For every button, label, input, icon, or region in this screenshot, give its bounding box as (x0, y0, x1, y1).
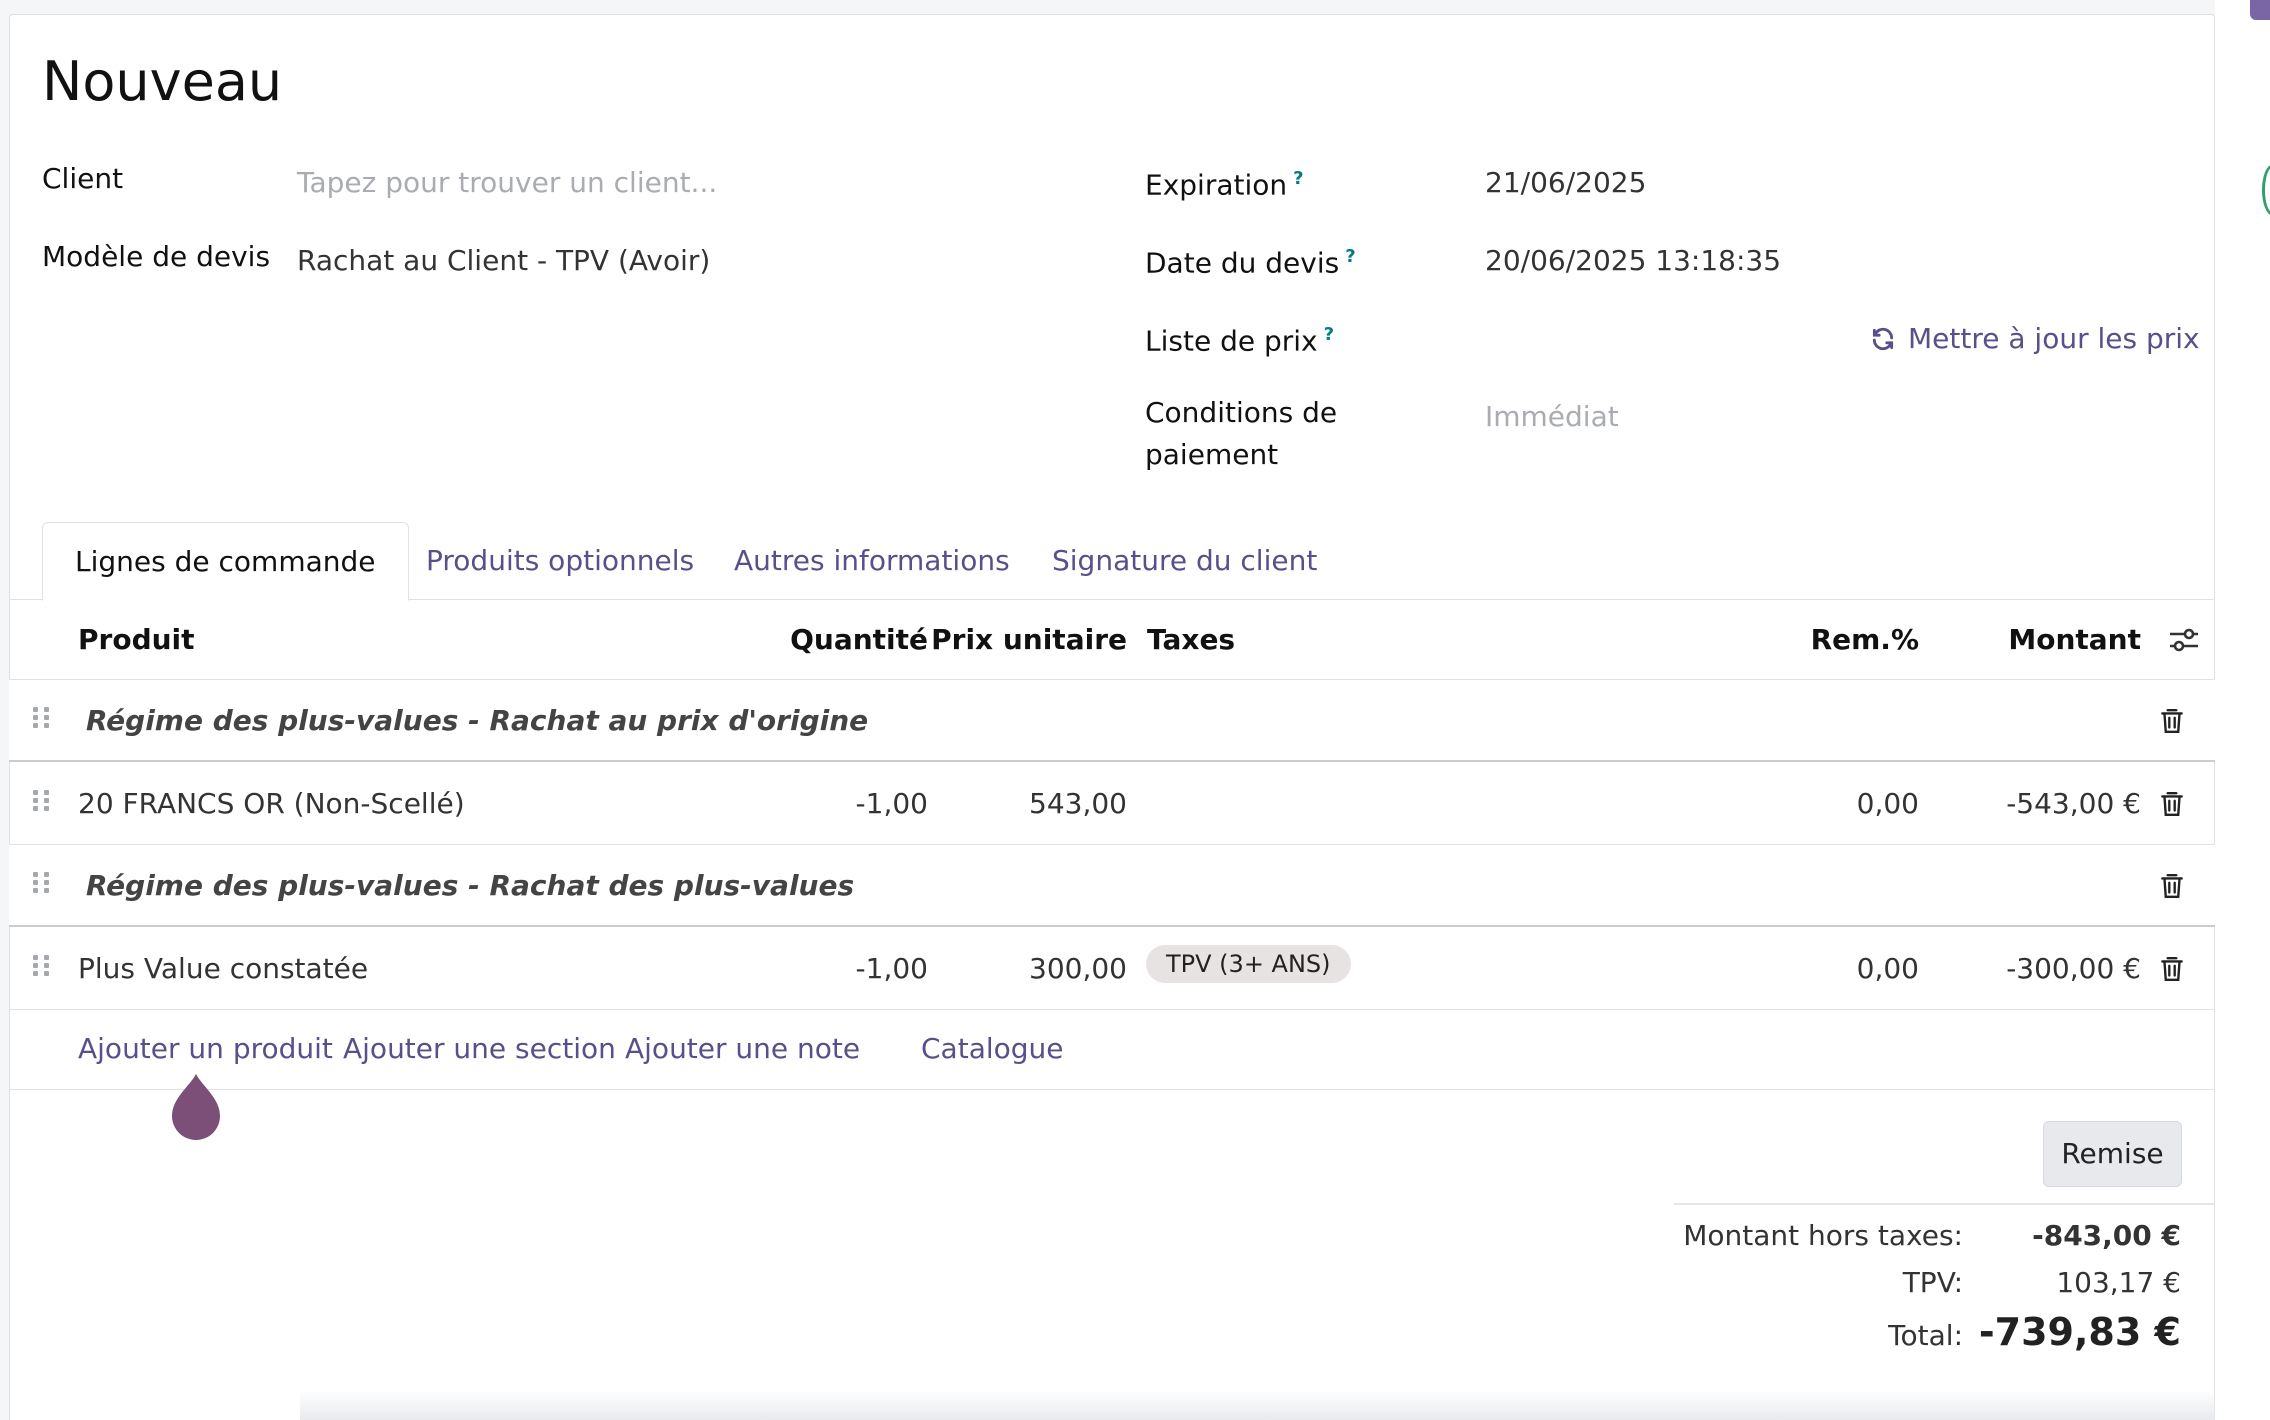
expiration-field[interactable]: 21/06/2025 (1485, 162, 1646, 204)
section-label[interactable]: Régime des plus-values - Rachat des plus… (86, 845, 854, 927)
quantity-cell[interactable]: -1,00 (856, 928, 928, 1010)
tpv-label: TPV: (1902, 1266, 1963, 1299)
pricelist-label: Liste de prix? (1145, 324, 1335, 358)
tax-badge[interactable]: TPV (3+ ANS) (1146, 945, 1351, 983)
help-icon[interactable]: ? (1345, 246, 1355, 267)
amount-cell: -543,00 € (2006, 787, 2141, 820)
update-prices-button[interactable]: Mettre à jour les prix (1870, 318, 2200, 360)
add-section-link[interactable]: Ajouter une section (343, 1008, 616, 1090)
column-product[interactable]: Produit (78, 600, 195, 680)
product-cell[interactable]: Plus Value constatée (78, 928, 368, 1010)
discount-button[interactable]: Remise (2043, 1121, 2182, 1187)
page-title: Nouveau (42, 50, 283, 113)
table-row[interactable]: Régime des plus-values - Rachat au prix … (9, 680, 2215, 762)
template-field[interactable]: Rachat au Client - TPV (Avoir) (297, 240, 710, 282)
product-cell[interactable]: 20 FRANCS OR (Non-Scellé) (78, 763, 465, 845)
trash-icon[interactable] (2159, 790, 2185, 818)
drag-handle-icon[interactable] (33, 955, 53, 983)
column-taxes[interactable]: Taxes (1147, 600, 1235, 680)
unit-price-cell[interactable]: 300,00 (1029, 928, 1127, 1010)
untaxed-value: -843,00 € (2032, 1219, 2181, 1252)
column-unit-price[interactable]: Prix unitaire (931, 600, 1127, 680)
quantity-cell[interactable]: -1,00 (856, 763, 928, 845)
add-lines-row: Ajouter un produit Ajouter une section A… (9, 1008, 2215, 1090)
payment-terms-input[interactable]: Immédiat (1485, 396, 1619, 438)
amount-cell: -300,00 € (2006, 952, 2141, 985)
add-note-link[interactable]: Ajouter une note (625, 1008, 860, 1090)
side-panel-edge (2215, 0, 2270, 1420)
discount-cell[interactable]: 0,00 (1857, 763, 1919, 845)
tab-order-lines[interactable]: Lignes de commande (42, 522, 409, 601)
expiration-label: Expiration? (1145, 168, 1304, 202)
table-row[interactable]: Plus Value constatée -1,00 300,00 TPV (3… (9, 928, 2215, 1010)
side-panel-badge (2250, 0, 2270, 20)
total-label: Total: (1888, 1319, 1963, 1352)
drag-handle-icon[interactable] (33, 872, 53, 900)
untaxed-label: Montant hors taxes: (1683, 1219, 1963, 1252)
trash-icon[interactable] (2159, 955, 2185, 983)
tab-other-info[interactable]: Autres informations (702, 522, 1042, 600)
column-quantity[interactable]: Quantité (790, 600, 928, 680)
tpv-value: 103,17 € (2056, 1266, 2181, 1299)
tab-customer-signature[interactable]: Signature du client (1020, 522, 1349, 600)
bottom-shadow (300, 1390, 2215, 1420)
table-row[interactable]: 20 FRANCS OR (Non-Scellé) -1,00 543,00 0… (9, 763, 2215, 845)
cursor-drop-icon (172, 1074, 220, 1140)
client-label: Client (42, 162, 124, 195)
column-discount[interactable]: Rem.% (1811, 600, 1919, 680)
trash-icon[interactable] (2159, 707, 2185, 735)
column-amount[interactable]: Montant (2008, 600, 2141, 680)
quote-date-field[interactable]: 20/06/2025 13:18:35 (1485, 240, 1781, 282)
template-label: Modèle de devis (42, 240, 271, 273)
column-settings-icon[interactable] (2168, 626, 2200, 654)
update-prices-label: Mettre à jour les prix (1908, 322, 2200, 355)
drag-handle-icon[interactable] (33, 707, 53, 735)
notebook-tabs: Lignes de commande Produits optionnels A… (9, 522, 2215, 601)
discount-cell[interactable]: 0,00 (1857, 928, 1919, 1010)
trash-icon[interactable] (2159, 872, 2185, 900)
catalog-link[interactable]: Catalogue (921, 1008, 1064, 1090)
unit-price-cell[interactable]: 543,00 (1029, 763, 1127, 845)
drag-handle-icon[interactable] (33, 790, 53, 818)
refresh-icon (1872, 327, 1894, 351)
total-value: -739,83 € (1978, 1310, 2181, 1354)
table-row[interactable]: Régime des plus-values - Rachat des plus… (9, 845, 2215, 927)
section-label[interactable]: Régime des plus-values - Rachat au prix … (86, 680, 868, 762)
order-lines-header: Produit Quantité Prix unitaire Taxes Rem… (9, 600, 2215, 680)
help-icon[interactable]: ? (1324, 324, 1334, 345)
help-icon[interactable]: ? (1293, 168, 1303, 189)
quote-date-label: Date du devis? (1145, 246, 1356, 280)
tab-optional-products[interactable]: Produits optionnels (394, 522, 726, 600)
totals-divider (1674, 1203, 2215, 1205)
client-input[interactable]: Tapez pour trouver un client... (297, 162, 717, 204)
payment-terms-label: Conditions de paiement (1145, 396, 1338, 471)
